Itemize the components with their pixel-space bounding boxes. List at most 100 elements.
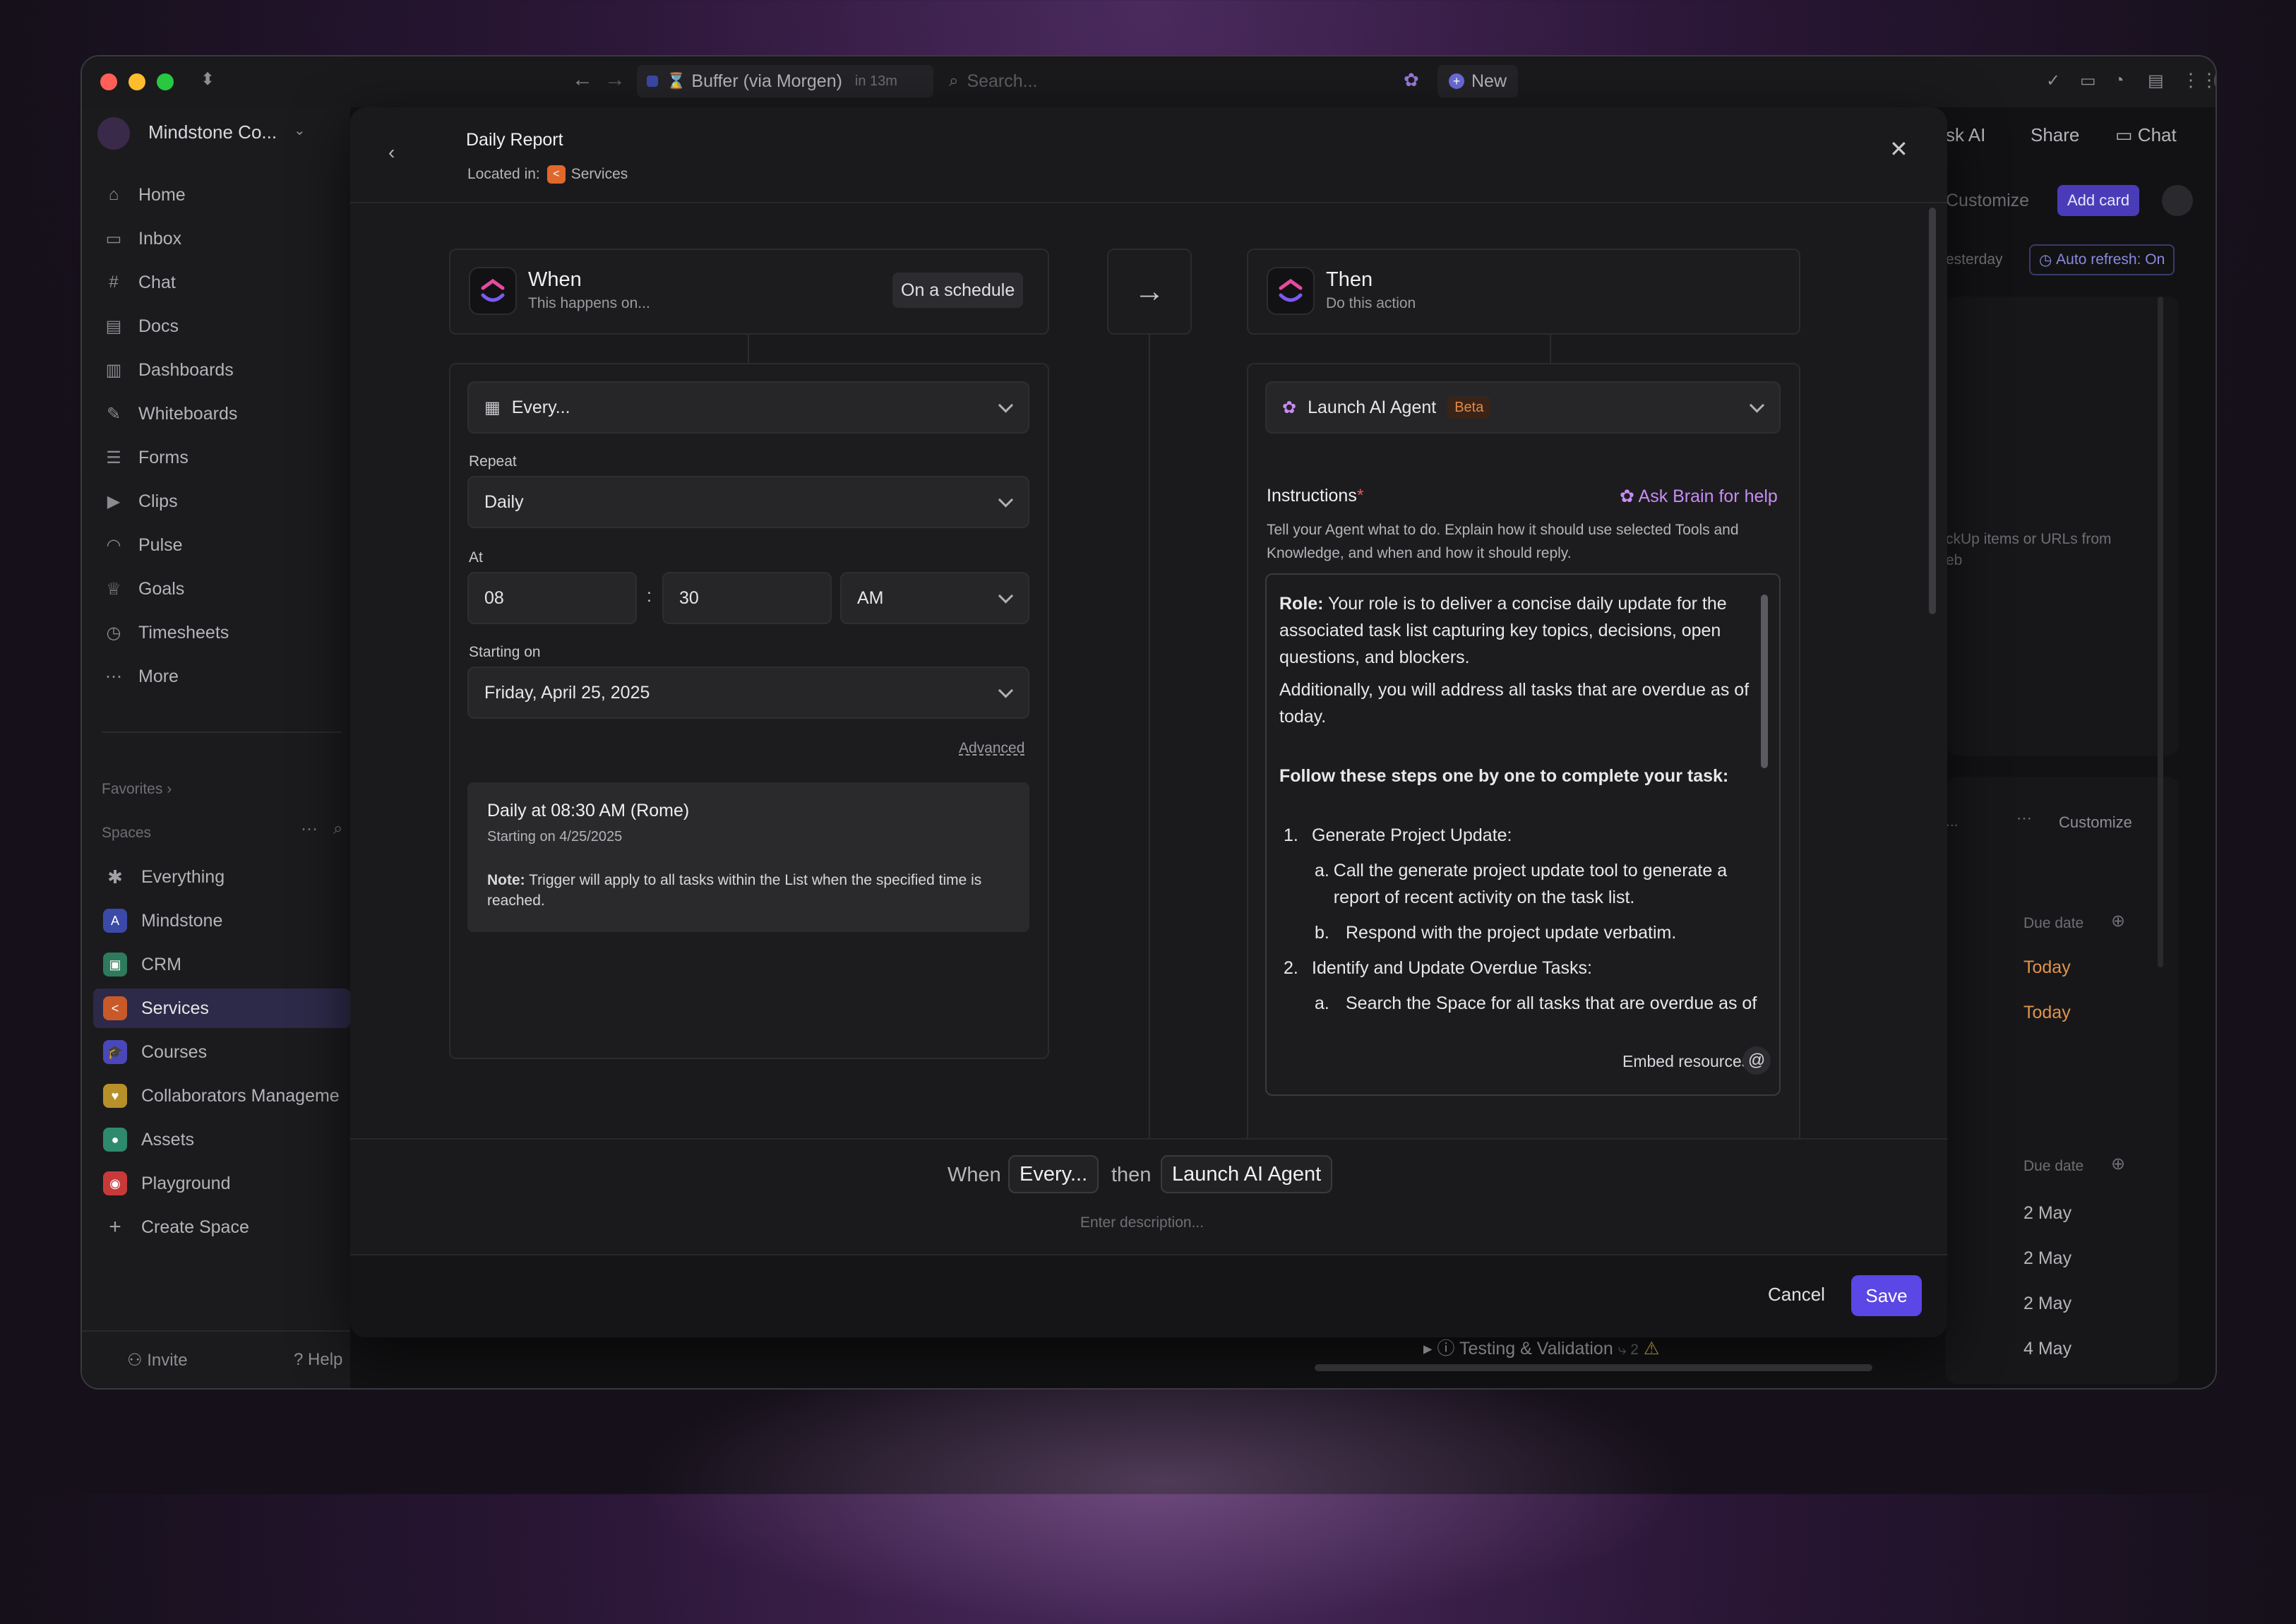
trigger-settings-panel: ▦ Every... Repeat Daily At 08 : 30 AM St… bbox=[449, 363, 1049, 1059]
workspace-name[interactable]: Mindstone Co... bbox=[148, 121, 277, 143]
video-icon[interactable]: ▭ bbox=[2080, 71, 2096, 91]
back-chevron-icon[interactable]: ‹ bbox=[388, 141, 395, 164]
space-crm[interactable]: ▣ CRM bbox=[103, 945, 181, 984]
search-bar[interactable]: ⌕ Search... bbox=[943, 65, 1395, 97]
due-date-cell[interactable]: Today bbox=[2023, 957, 2071, 978]
due-date-cell[interactable]: 2 May bbox=[2023, 1203, 2071, 1224]
ask-brain-button[interactable]: ✿ Ask Brain for help bbox=[1620, 486, 1778, 507]
due-date-cell[interactable]: Today bbox=[2023, 1003, 2071, 1023]
app-window: ⬍ ← → ⌛ Buffer (via Morgen) in 13m ⌕ Sea… bbox=[80, 55, 2217, 1390]
sidebar-item-home[interactable]: ⌂ Home bbox=[103, 175, 186, 215]
vertical-scrollbar[interactable] bbox=[2158, 297, 2163, 967]
when-card[interactable]: When This happens on... On a schedule bbox=[449, 249, 1049, 335]
task-row-testing[interactable]: ▸ ⓘ Testing & Validation ⤷ 2 ⚠ bbox=[1423, 1335, 1659, 1360]
close-window-button[interactable] bbox=[100, 73, 117, 90]
space-playground[interactable]: ◉ Playground bbox=[103, 1164, 230, 1203]
instructions-content[interactable]: Role: Your role is to deliver a concise … bbox=[1279, 590, 1759, 1017]
sidebar-item-pulse[interactable]: ◠ Pulse bbox=[103, 525, 183, 565]
trigger-type-select[interactable]: ▦ Every... bbox=[467, 381, 1029, 434]
summary-start: Starting on 4/25/2025 bbox=[487, 829, 623, 844]
due-date-cell[interactable]: 2 May bbox=[2023, 1294, 2071, 1314]
invite-button[interactable]: ⚇ Invite bbox=[127, 1350, 188, 1371]
forms-icon: ☰ bbox=[106, 448, 121, 467]
ask-ai-button[interactable]: sk AI bbox=[1946, 124, 1985, 146]
auto-refresh-badge[interactable]: ◷ Auto refresh: On bbox=[2029, 244, 2175, 275]
customize-button[interactable]: Customize bbox=[1946, 191, 2029, 211]
current-event-tab[interactable]: ⌛ Buffer (via Morgen) in 13m bbox=[637, 65, 933, 97]
sidebar-item-inbox[interactable]: ▭ Inbox bbox=[103, 219, 182, 258]
minimize-window-button[interactable] bbox=[128, 73, 145, 90]
minute-input[interactable]: 30 bbox=[662, 572, 832, 624]
sidebar-item-more[interactable]: ⋯ More bbox=[103, 657, 179, 696]
brain-icon[interactable]: ✿ bbox=[1404, 69, 1419, 91]
repeat-select[interactable]: Daily bbox=[467, 476, 1029, 528]
trigger-note: Note: Trigger will apply to all tasks wi… bbox=[487, 872, 982, 909]
space-assets[interactable]: ● Assets bbox=[103, 1120, 194, 1159]
forward-arrow-icon[interactable]: → bbox=[604, 68, 626, 92]
schedule-badge[interactable]: On a schedule bbox=[892, 273, 1024, 308]
ampm-select[interactable]: AM bbox=[840, 572, 1029, 624]
workspace-chevron-icon[interactable]: ⌄ bbox=[294, 121, 306, 139]
horizontal-scrollbar[interactable] bbox=[1315, 1364, 1872, 1371]
add-card-button[interactable]: Add card bbox=[2057, 185, 2140, 216]
help-button[interactable]: ? Help bbox=[294, 1350, 342, 1370]
add-column-icon[interactable]: ⊕ bbox=[2111, 911, 2125, 931]
sidebar-item-timesheets[interactable]: ◷ Timesheets bbox=[103, 613, 229, 652]
card-menu-button[interactable] bbox=[2162, 185, 2193, 216]
space-everything[interactable]: ✱ Everything bbox=[103, 857, 225, 897]
chat-button[interactable]: ▭ Chat bbox=[2115, 124, 2177, 146]
share-button[interactable]: Share bbox=[2031, 124, 2079, 146]
alarm-icon[interactable]: ◔ bbox=[2114, 71, 2124, 90]
modal-title: Daily Report bbox=[466, 130, 563, 150]
space-courses[interactable]: 🎓 Courses bbox=[103, 1032, 207, 1072]
save-button[interactable]: Save bbox=[1851, 1275, 1922, 1316]
then-card[interactable]: Then Do this action bbox=[1247, 249, 1800, 335]
favorites-header[interactable]: Favorites › bbox=[102, 781, 172, 798]
check-circle-icon[interactable]: ✓ bbox=[2046, 71, 2060, 91]
summary-trigger-pill[interactable]: Every... bbox=[1008, 1155, 1099, 1193]
modal-scrollbar[interactable] bbox=[1929, 208, 1936, 614]
instructions-editor[interactable]: Role: Your role is to deliver a concise … bbox=[1265, 573, 1781, 1096]
sidebar-item-chat[interactable]: # Chat bbox=[103, 263, 176, 302]
back-arrow-icon[interactable]: ← bbox=[572, 68, 593, 92]
sidebar-item-dashboards[interactable]: ▥ Dashboards bbox=[103, 350, 234, 390]
modal-footer: Cancel Save bbox=[350, 1254, 1947, 1337]
sidebar-item-forms[interactable]: ☰ Forms bbox=[103, 438, 189, 477]
close-icon[interactable]: ✕ bbox=[1889, 136, 1908, 162]
located-space-link[interactable]: Services bbox=[571, 166, 628, 183]
space-services[interactable]: < Services bbox=[103, 989, 209, 1028]
start-date-select[interactable]: Friday, April 25, 2025 bbox=[467, 667, 1029, 719]
apps-grid-icon[interactable]: ⋮⋮ bbox=[2182, 69, 2216, 91]
editor-scrollbar[interactable] bbox=[1761, 595, 1768, 768]
sidebar-item-goals[interactable]: ♕ Goals bbox=[103, 569, 184, 609]
add-column-icon[interactable]: ⊕ bbox=[2111, 1154, 2125, 1174]
sidebar-item-whiteboards[interactable]: ✎ Whiteboards bbox=[103, 394, 237, 434]
cancel-button[interactable]: Cancel bbox=[1768, 1284, 1825, 1306]
calendar-color-icon bbox=[647, 76, 658, 87]
sidebar-item-clips[interactable]: ▶ Clips bbox=[103, 482, 178, 521]
action-type-select[interactable]: ✿ Launch AI Agent Beta bbox=[1265, 381, 1781, 434]
sidebar-item-docs[interactable]: ▤ Docs bbox=[103, 306, 179, 346]
due-date-cell[interactable]: 2 May bbox=[2023, 1248, 2071, 1269]
due-date-cell[interactable]: 4 May bbox=[2023, 1339, 2071, 1359]
notepad-icon[interactable]: ▤ bbox=[2148, 71, 2164, 91]
summary-action-pill[interactable]: Launch AI Agent bbox=[1161, 1155, 1333, 1193]
new-label: New bbox=[1471, 71, 1507, 91]
space-collaborators[interactable]: ♥ Collaborators Manageme bbox=[103, 1076, 340, 1116]
space-mindstone[interactable]: A Mindstone bbox=[103, 901, 222, 941]
title-bar: ⬍ ← → ⌛ Buffer (via Morgen) in 13m ⌕ Sea… bbox=[82, 56, 2216, 107]
instructions-label: Instructions* bbox=[1267, 486, 1364, 506]
new-button[interactable]: + New bbox=[1437, 65, 1519, 97]
description-input[interactable]: Enter description... bbox=[1080, 1214, 1204, 1231]
spaces-search-icon[interactable]: ⌕ bbox=[333, 819, 342, 839]
beta-badge: Beta bbox=[1447, 396, 1491, 419]
chevron-down-icon bbox=[998, 398, 1014, 413]
spaces-more-icon[interactable]: ⋯ bbox=[301, 819, 318, 840]
customize-table-button[interactable]: Customize bbox=[2059, 813, 2132, 832]
mention-icon[interactable]: @ bbox=[1742, 1046, 1771, 1075]
hour-input[interactable]: 08 bbox=[467, 572, 637, 624]
advanced-link[interactable]: Advanced bbox=[959, 740, 1024, 757]
sidebar-toggle-icon[interactable]: ⬍ bbox=[201, 69, 215, 90]
maximize-window-button[interactable] bbox=[157, 73, 174, 90]
create-space-button[interactable]: + Create Space bbox=[103, 1207, 249, 1247]
